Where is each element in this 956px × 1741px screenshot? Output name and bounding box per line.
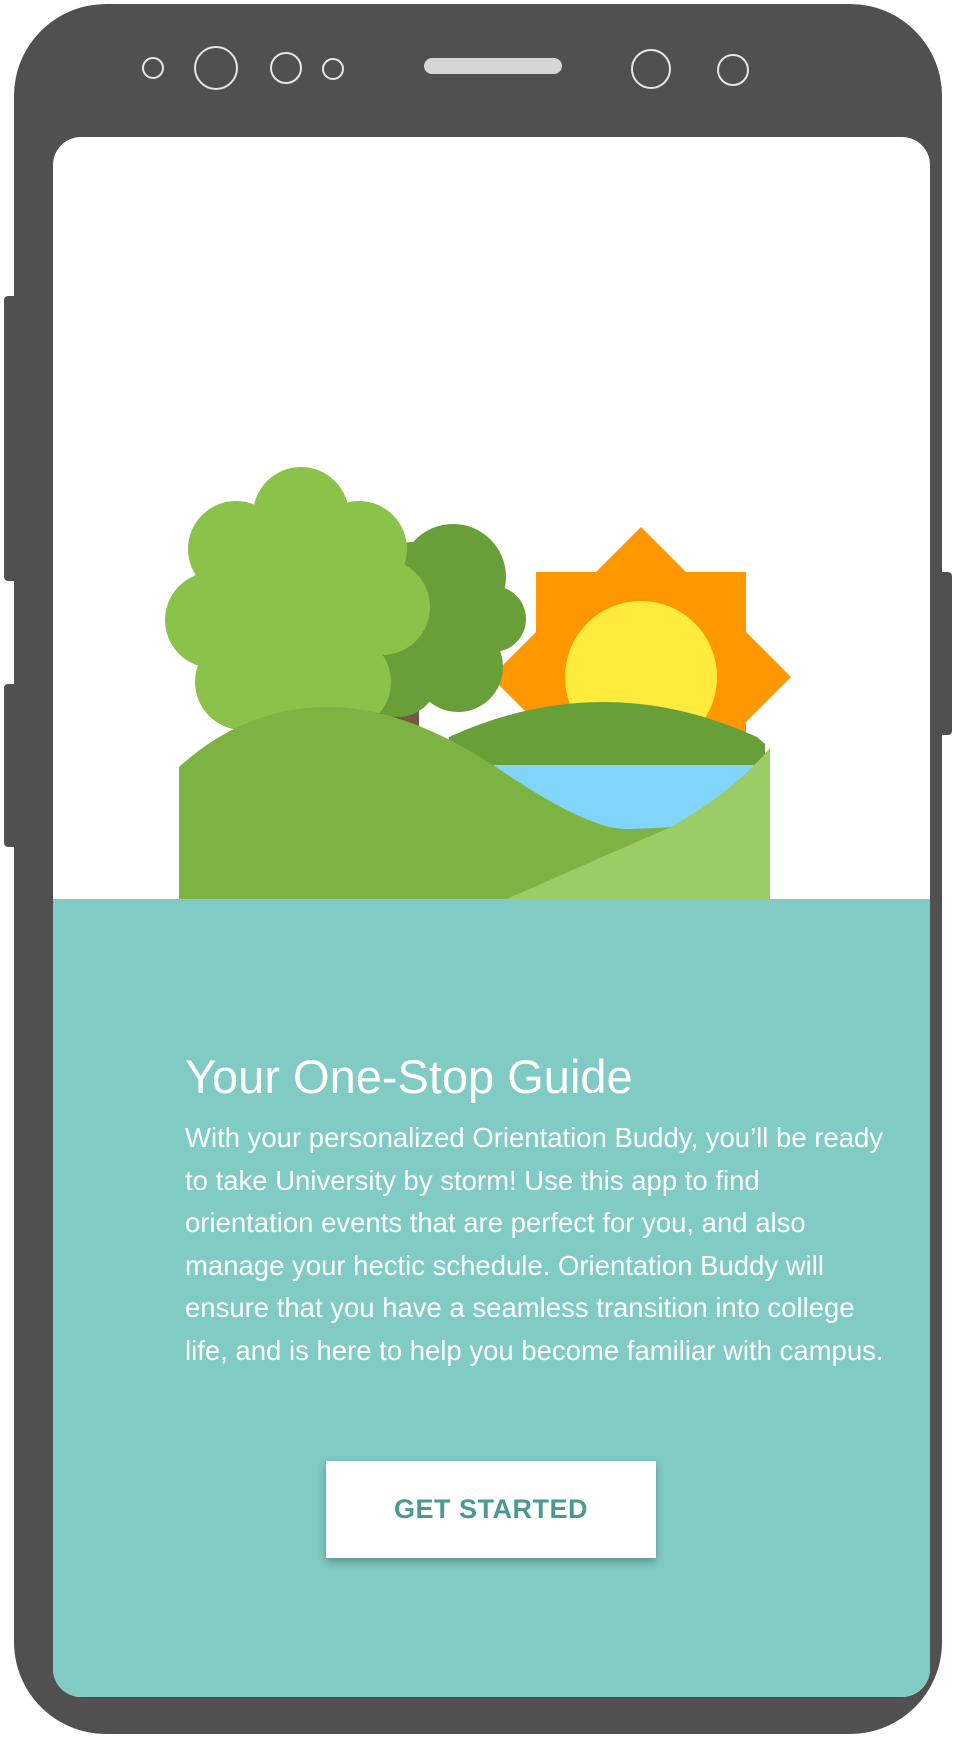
page-title: Your One-Stop Guide bbox=[185, 1050, 633, 1103]
sensor-dot-2 bbox=[270, 52, 302, 84]
device-frame: Your One-Stop Guide With your personaliz… bbox=[14, 4, 942, 1734]
front-camera-icon bbox=[194, 46, 238, 90]
get-started-button[interactable]: GET STARTED bbox=[326, 1461, 656, 1558]
sensor-dot-1 bbox=[142, 57, 164, 79]
earpiece-speaker bbox=[424, 58, 562, 74]
app-screen: Your One-Stop Guide With your personaliz… bbox=[53, 137, 930, 1697]
volume-down-button[interactable] bbox=[4, 684, 18, 847]
onboarding-description: With your personalized Orientation Buddy… bbox=[185, 1122, 884, 1366]
proximity-sensor bbox=[717, 54, 749, 86]
sensor-dot-3 bbox=[322, 58, 344, 80]
landscape-illustration bbox=[165, 467, 791, 900]
power-button[interactable] bbox=[938, 572, 952, 735]
volume-up-button[interactable] bbox=[4, 296, 18, 581]
onboarding-panel: Your One-Stop Guide With your personaliz… bbox=[53, 899, 930, 1697]
secondary-camera-icon bbox=[631, 49, 671, 89]
